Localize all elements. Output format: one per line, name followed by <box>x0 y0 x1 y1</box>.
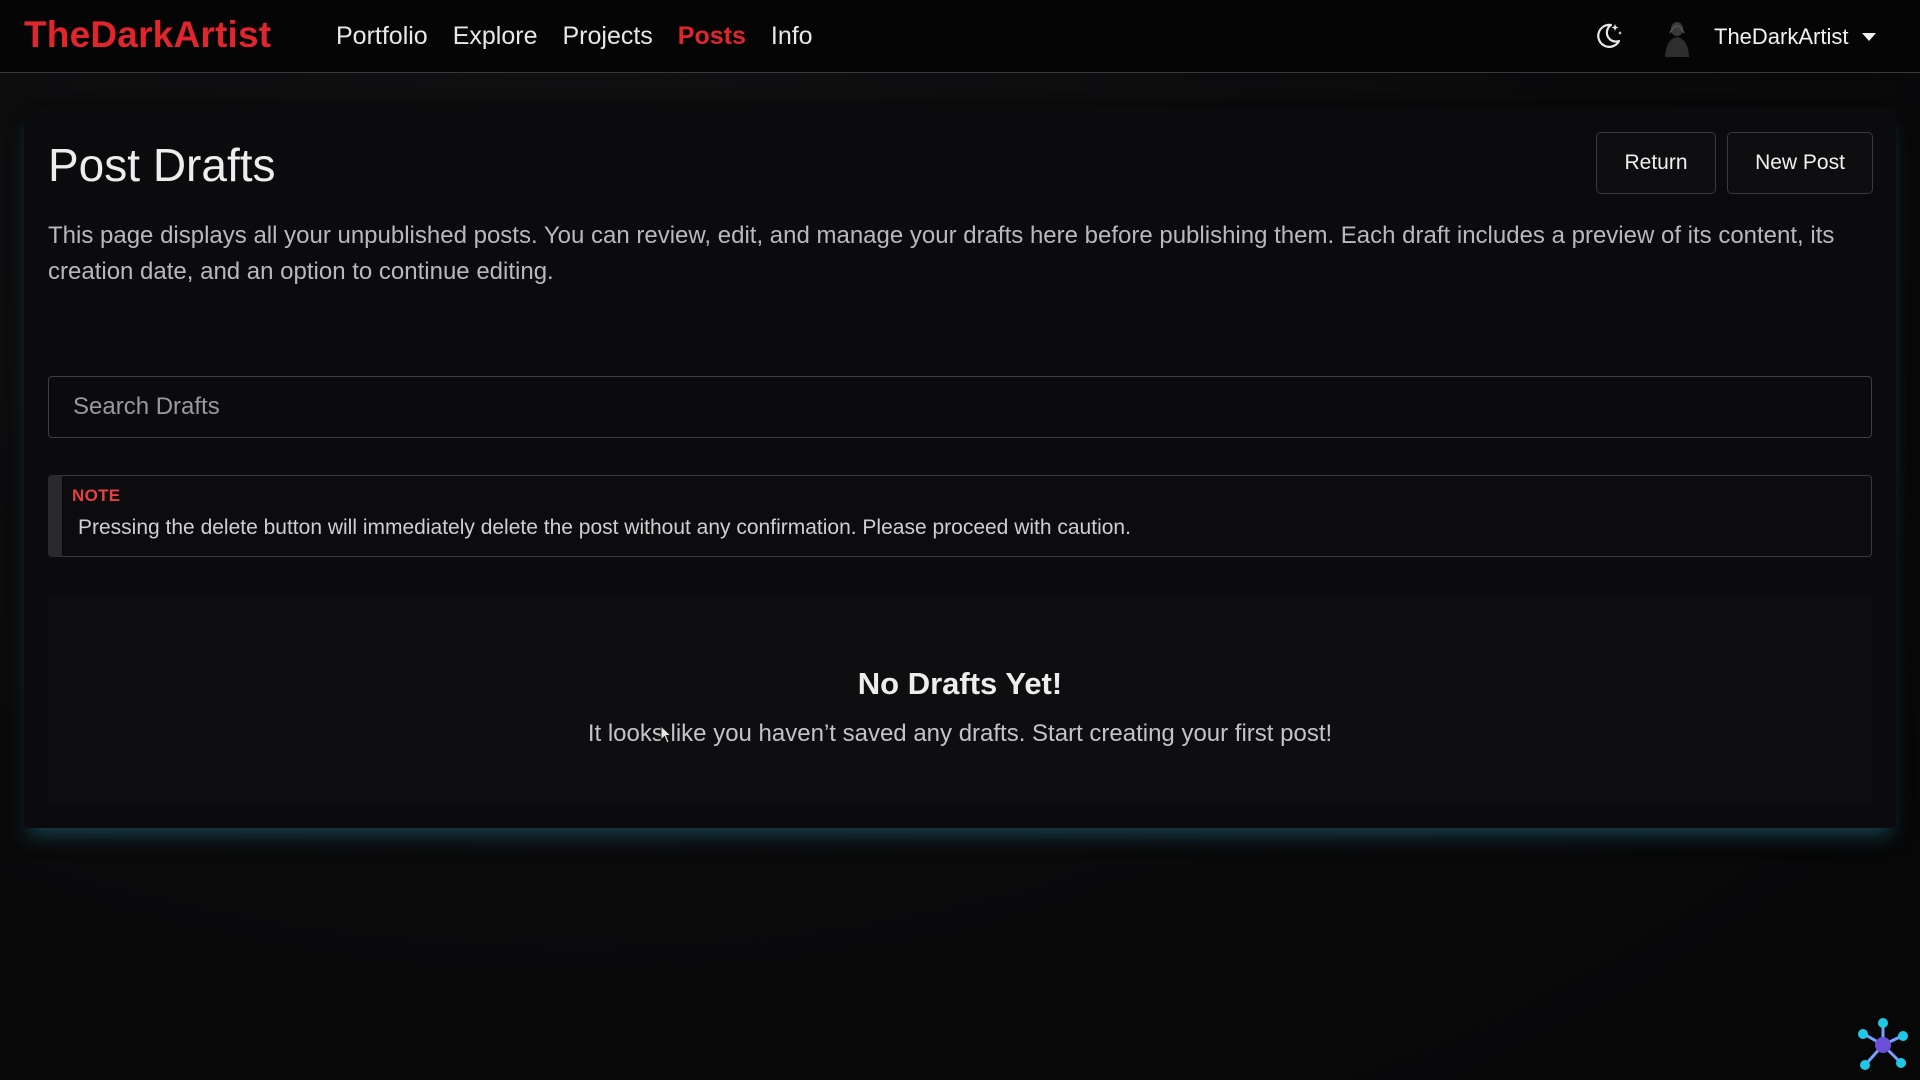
page-title: Post Drafts <box>48 139 276 191</box>
empty-state-text: It looks like you haven’t saved any draf… <box>587 720 1333 747</box>
new-post-button[interactable]: New Post <box>1727 132 1873 194</box>
note-alert: NOTE Pressing the delete button will imm… <box>48 475 1872 557</box>
network-logo-icon[interactable] <box>1854 1016 1912 1074</box>
empty-state: No Drafts Yet! It looks like you haven’t… <box>48 594 1872 804</box>
note-text: Pressing the delete button will immediat… <box>78 516 1131 539</box>
brand-logo-link[interactable]: TheDarkArtist <box>24 14 271 56</box>
nav-link-info[interactable]: Info <box>771 22 813 51</box>
search-drafts-input[interactable] <box>48 376 1872 438</box>
nav-link-explore[interactable]: Explore <box>453 22 538 51</box>
moon-stars-icon[interactable] <box>1592 20 1624 52</box>
nav-links: Portfolio Explore Projects Posts Info <box>336 0 838 73</box>
user-menu-dropdown[interactable]: TheDarkArtist <box>1660 14 1877 60</box>
caret-down-icon <box>1862 33 1877 41</box>
navbar: TheDarkArtist Portfolio Explore Projects… <box>0 0 1920 73</box>
drafts-card: Post Drafts Return New Post This page di… <box>24 108 1896 828</box>
username-label: TheDarkArtist <box>1714 24 1849 49</box>
note-label: NOTE <box>72 486 121 505</box>
page-description: This page displays all your unpublished … <box>48 222 1835 285</box>
avatar-icon <box>1660 17 1694 57</box>
nav-link-posts[interactable]: Posts <box>678 22 746 51</box>
return-button[interactable]: Return <box>1596 132 1716 194</box>
empty-state-title: No Drafts Yet! <box>857 666 1063 701</box>
nav-link-portfolio[interactable]: Portfolio <box>336 22 428 51</box>
mouse-cursor-icon <box>660 724 674 745</box>
nav-link-projects[interactable]: Projects <box>562 22 652 51</box>
